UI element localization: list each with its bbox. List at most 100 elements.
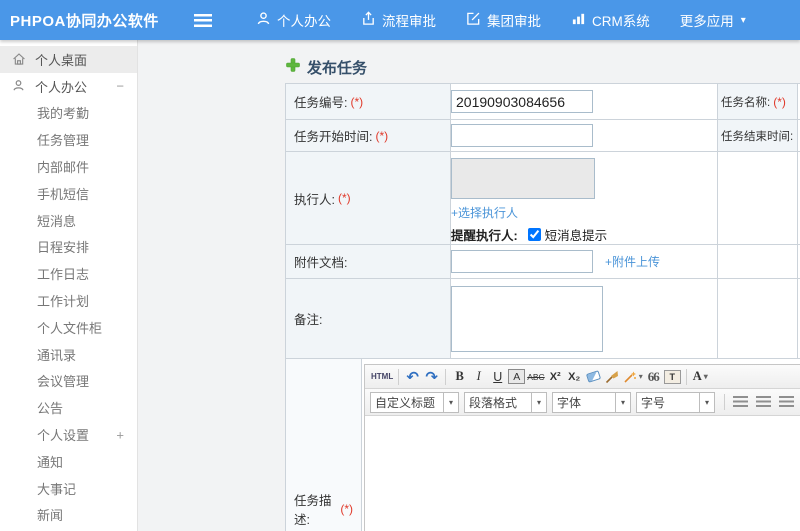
chart-icon [571,11,592,29]
sidebar-item-personal-settings[interactable]: 个人设置 + [0,421,137,448]
page-title-text: 发布任务 [307,60,368,77]
align-center-icon[interactable] [756,396,771,408]
align-right-icon[interactable] [779,396,794,408]
workflow-icon [361,11,382,29]
required-marker: (*) [350,94,364,109]
sidebar-item-work-plan[interactable]: 工作计划 [0,287,137,314]
nav-workflow-approval[interactable]: 流程审批 [361,10,436,30]
sidebar-item-news[interactable]: 新闻 [0,502,137,529]
editor-content-area[interactable] [365,416,800,531]
end-time-label: 任务结束时间: (*) [718,120,798,152]
app-logo: PHPOA协同办公软件 [10,12,159,30]
sms-remind-label: 短消息提示 [544,229,608,243]
description-label: 任务描述: (*) [286,359,362,531]
home-icon [12,52,26,66]
autotypeset-button[interactable]: ▾ [623,368,643,386]
sidebar-item-meeting[interactable]: 会议管理 [0,368,137,395]
html-source-button[interactable]: HTML [371,368,393,386]
undo-button[interactable]: ↶ [404,368,421,386]
required-marker: (*) [337,191,351,205]
rich-text-editor: HTML ↶ ↷ B I U A ABC X² X₂ ▾ 66 T A ▾ 自定… [364,364,800,531]
start-time-input[interactable] [451,124,593,147]
caret-down-icon: ▾ [531,392,546,412]
choose-executor-link[interactable]: +选择执行人 [451,204,518,221]
format-brush-button[interactable] [604,368,621,386]
caret-down-icon: ▾ [443,392,458,412]
caret-down-icon: ▾ [615,392,630,412]
attachment-label: 附件文档: [286,245,451,279]
strikethrough-button[interactable]: ABC [527,368,544,386]
remark-label: 备注: [286,279,451,359]
executor-label: 执行人: (*) [286,152,451,245]
sidebar-item-memorabilia[interactable]: 大事记 [0,475,137,502]
required-marker: (*) [340,502,353,516]
form-row-executor: 执行人: (*) +选择执行人 提醒执行人: 短消息提示 [286,152,800,245]
magic-wand-icon [624,371,636,383]
sidebar-item-desktop[interactable]: 个人桌面 [0,46,137,73]
caret-down-icon: ▾ [699,392,714,412]
form-row-start-time: 任务开始时间: (*) 任务结束时间: (*) [286,120,800,152]
menu-toggle-icon[interactable] [194,13,212,27]
paste-text-button[interactable]: T [663,369,681,384]
editor-toolbar-row2: 自定义标题 ▾ 段落格式 ▾ 字体 ▾ 字号 ▾ [365,389,800,416]
redo-button[interactable]: ↷ [423,368,440,386]
app-header: PHPOA协同办公软件 个人办公 流程审批 集团审批 CRM系统 更多应用 ▾ [0,0,800,40]
main-content: 发布任务 任务编号: (*) 任务名称: (*) 任务开始时间: (*) [139,40,800,531]
sidebar-item-task-management[interactable]: 任务管理 [0,126,137,153]
caret-down-icon: ▾ [703,372,708,381]
attachment-input[interactable] [451,250,593,273]
required-marker: (*) [375,128,389,143]
bold-button[interactable]: B [451,368,468,386]
attachment-upload-link[interactable]: +附件上传 [605,253,660,270]
sms-remind-checkbox[interactable] [527,228,541,241]
sidebar-item-file-cabinet[interactable]: 个人文件柜 [0,314,137,341]
font-color-button[interactable]: A ▾ [692,368,709,386]
sidebar-item-contacts[interactable]: 通讯录 [0,341,137,368]
custom-title-select[interactable]: 自定义标题 ▾ [370,391,459,413]
underline-button[interactable]: U [489,368,506,386]
paragraph-format-select[interactable]: 段落格式 ▾ [464,391,547,413]
italic-button[interactable]: I [470,368,487,386]
sidebar-item-personal-office[interactable]: 个人办公 − [0,73,137,100]
editor-toolbar-row1: HTML ↶ ↷ B I U A ABC X² X₂ ▾ 66 T A ▾ [365,365,800,389]
font-family-select[interactable]: 字体 ▾ [552,391,631,413]
collapse-icon[interactable]: − [116,79,124,94]
edit-icon [466,11,487,29]
align-left-icon[interactable] [733,396,748,408]
sidebar: 个人桌面 个人办公 − 我的考勤 任务管理 内部邮件 手机短信 短消息 日程安排… [0,40,138,531]
superscript-button[interactable]: X² [547,368,564,386]
required-marker: (*) [773,94,786,109]
subscript-button[interactable]: X₂ [566,368,583,386]
form-row-description: 任务描述: (*) HTML ↶ ↷ B I U A ABC X² X₂ ▾ 6… [286,359,800,531]
remark-textarea[interactable] [451,285,603,352]
font-size-select[interactable]: 字号 ▾ [636,391,715,413]
user-icon [12,79,26,93]
publish-task-form: 任务编号: (*) 任务名称: (*) 任务开始时间: (*) 任务结束时间: [285,83,800,531]
font-border-button[interactable]: A [508,369,526,384]
page-title: 发布任务 [286,57,367,78]
nav-crm-system[interactable]: CRM系统 [571,10,650,30]
task-name-label: 任务名称: (*) [718,84,798,120]
user-icon [256,11,277,29]
form-row-remark: 备注: [286,279,800,359]
sidebar-item-my-attendance[interactable]: 我的考勤 [0,100,137,127]
nav-personal-office[interactable]: 个人办公 [256,10,331,30]
sidebar-item-work-log[interactable]: 工作日志 [0,260,137,287]
sidebar-item-short-message[interactable]: 短消息 [0,207,137,234]
form-row-task-no: 任务编号: (*) 任务名称: (*) [286,84,800,120]
task-no-input[interactable] [451,90,593,113]
blockquote-button[interactable]: 66 [645,368,662,386]
nav-more-apps[interactable]: 更多应用 ▾ [680,10,746,30]
expand-icon[interactable]: + [116,427,124,442]
eraser-button[interactable] [585,368,602,386]
nav-group-approval[interactable]: 集团审批 [466,10,541,30]
executor-textarea[interactable] [451,158,595,199]
caret-down-icon: ▾ [638,372,643,381]
sidebar-item-notice[interactable]: 通知 [0,448,137,475]
remind-executor-label: 提醒执行人: [451,229,518,243]
sidebar-item-sms[interactable]: 手机短信 [0,180,137,207]
caret-down-icon: ▾ [740,14,746,26]
sidebar-item-schedule[interactable]: 日程安排 [0,234,137,261]
sidebar-item-internal-mail[interactable]: 内部邮件 [0,153,137,180]
sidebar-item-announcement[interactable]: 公告 [0,394,137,421]
